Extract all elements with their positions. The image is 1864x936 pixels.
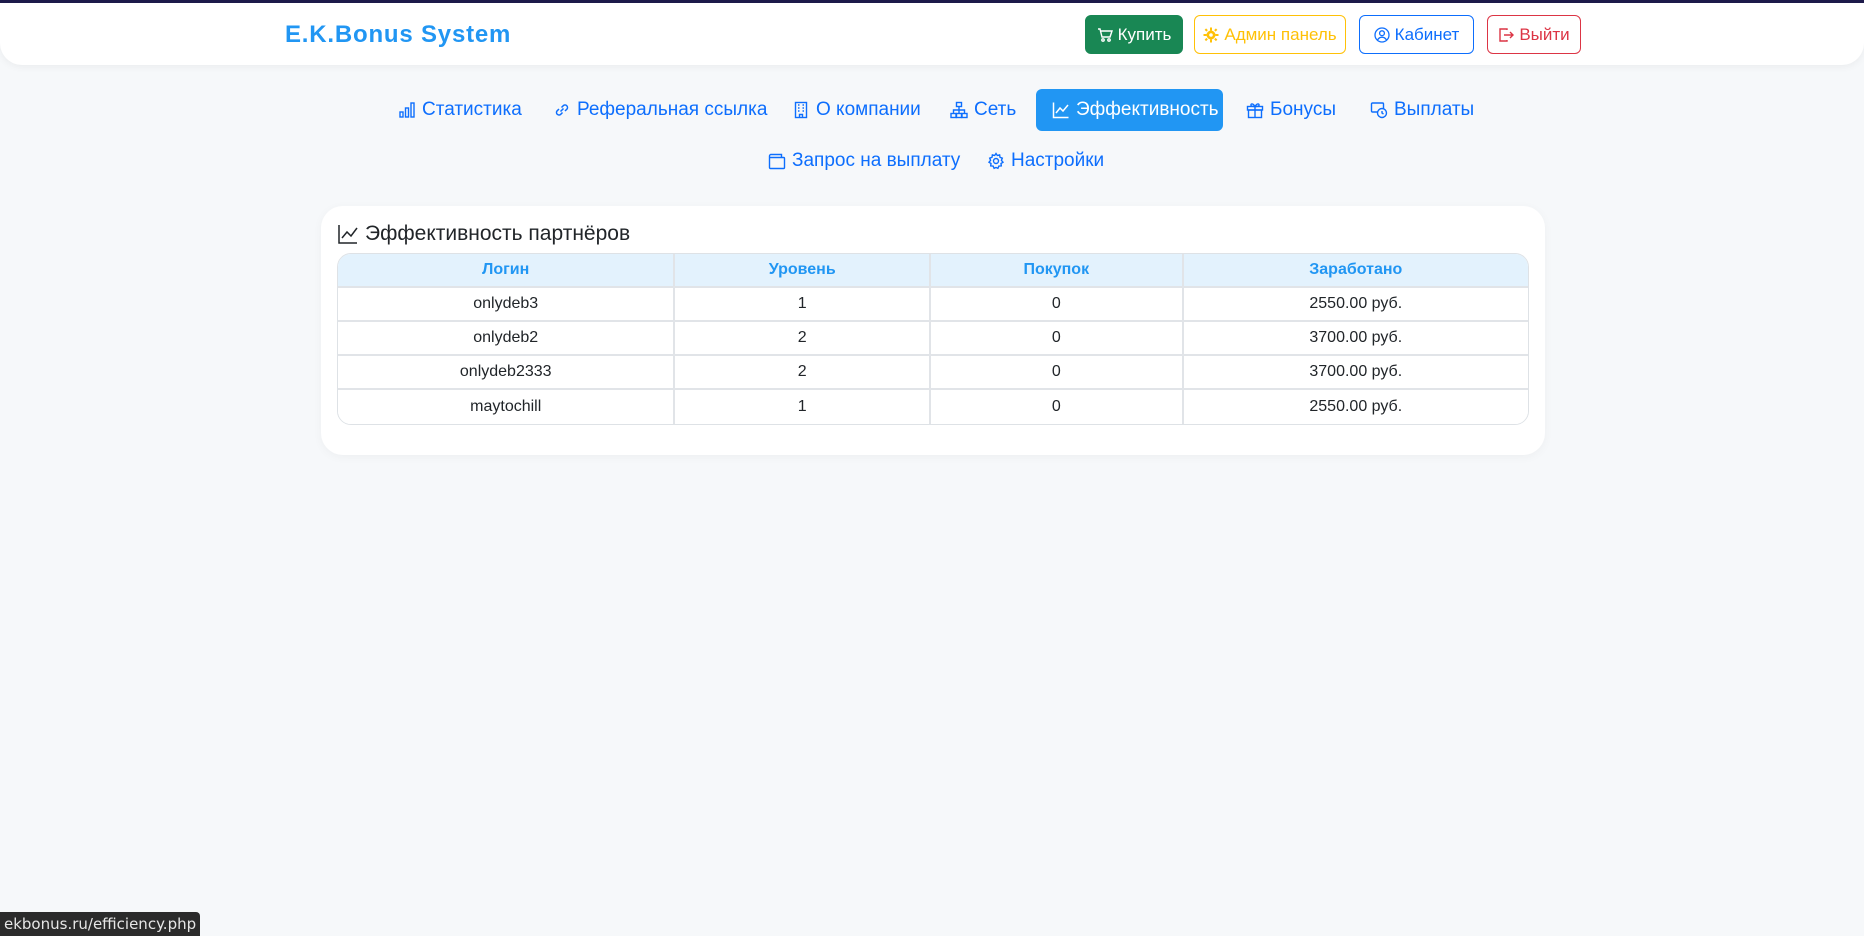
cell-login: onlydeb3 — [338, 288, 676, 322]
card-title-label: Эффективность партнёров — [365, 222, 631, 245]
cell-earned: 3700.00 руб. — [1183, 356, 1528, 390]
buy-button-label: Купить — [1117, 24, 1172, 44]
cell-purchases: 0 — [930, 356, 1184, 390]
cell-level: 1 — [675, 390, 931, 424]
cell-earned: 2550.00 руб. — [1183, 288, 1528, 322]
table-row: onlydeb2333 2 0 3700.00 руб. — [338, 356, 1528, 390]
cash-icon — [1370, 102, 1388, 119]
cell-purchases: 0 — [930, 322, 1184, 356]
nav-item-payout-request-label: Запрос на выплату — [792, 150, 961, 171]
logout-button[interactable]: Выйти — [1487, 15, 1581, 54]
header: E.K.Bonus System Купить Админ панель Каб… — [0, 3, 1864, 65]
table-row: maytochill 1 0 2550.00 руб. — [338, 390, 1528, 424]
nav-item-referral-link-label: Реферальная ссылка — [577, 99, 768, 120]
cell-earned: 3700.00 руб. — [1183, 322, 1528, 356]
wallet-icon — [768, 153, 786, 170]
cell-level: 2 — [675, 322, 931, 356]
nav-item-efficiency-label: Эффективность — [1076, 99, 1219, 120]
nav-item-bonuses[interactable]: Бонусы — [1230, 89, 1352, 131]
nav-item-bonuses-label: Бонусы — [1270, 99, 1336, 120]
partners-table: Логин Уровень Покупок Заработано onlydeb… — [337, 253, 1529, 425]
nav-item-payout-request[interactable]: Запрос на выплату — [752, 140, 976, 182]
table-header-row: Логин Уровень Покупок Заработано — [338, 254, 1528, 288]
nav-item-about[interactable]: О компании — [776, 89, 937, 131]
cell-earned: 2550.00 руб. — [1183, 390, 1528, 424]
efficiency-card: Эффективность партнёров Логин Уровень По… — [321, 206, 1545, 455]
bar-chart-icon — [399, 102, 415, 118]
nav-item-payouts-label: Выплаты — [1394, 99, 1475, 120]
logout-icon — [1499, 27, 1515, 42]
building-icon — [794, 101, 808, 119]
table-row: onlydeb2 2 0 3700.00 руб. — [338, 322, 1528, 356]
cell-level: 1 — [675, 288, 931, 322]
user-circle-icon — [1374, 26, 1390, 43]
nav-item-statistics[interactable]: Статистика — [382, 89, 538, 131]
cart-icon — [1097, 27, 1113, 42]
nav-item-about-label: О компании — [816, 99, 921, 120]
line-chart-icon — [1052, 102, 1069, 119]
cell-login: onlydeb2333 — [338, 356, 676, 390]
nav-item-payouts[interactable]: Выплаты — [1354, 89, 1490, 131]
nav-item-statistics-label: Статистика — [422, 99, 522, 120]
cell-purchases: 0 — [930, 288, 1184, 322]
link-icon — [555, 104, 569, 116]
column-header-purchases[interactable]: Покупок — [930, 254, 1184, 288]
gift-icon — [1246, 103, 1264, 119]
nav-item-referral-link[interactable]: Реферальная ссылка — [537, 89, 783, 131]
card-title: Эффективность партнёров — [337, 222, 630, 246]
logout-button-label: Выйти — [1519, 24, 1570, 44]
network-icon — [950, 101, 968, 119]
column-header-login[interactable]: Логин — [338, 254, 676, 288]
column-header-earned[interactable]: Заработано — [1183, 254, 1528, 288]
gear-icon — [987, 152, 1005, 170]
cell-level: 2 — [675, 356, 931, 390]
column-header-level[interactable]: Уровень — [675, 254, 931, 288]
table-row: onlydeb3 1 0 2550.00 руб. — [338, 288, 1528, 322]
admin-panel-button-label: Админ панель — [1224, 24, 1337, 44]
cabinet-button[interactable]: Кабинет — [1359, 15, 1474, 54]
brand-logo[interactable]: E.K.Bonus System — [285, 21, 511, 49]
nav-item-network-label: Сеть — [974, 99, 1017, 120]
line-chart-icon — [338, 225, 358, 244]
cell-login: maytochill — [338, 390, 676, 424]
nav-item-settings[interactable]: Настройки — [971, 140, 1120, 182]
cabinet-button-label: Кабинет — [1394, 24, 1460, 44]
nav-item-efficiency[interactable]: Эффективность — [1036, 89, 1223, 131]
admin-panel-button[interactable]: Админ панель — [1194, 15, 1346, 54]
buy-button[interactable]: Купить — [1085, 15, 1183, 54]
status-bar-url: ekbonus.ru/efficiency.php — [0, 912, 201, 936]
nav-item-network[interactable]: Сеть — [934, 89, 1032, 131]
gear-icon — [1203, 27, 1219, 42]
cell-purchases: 0 — [930, 390, 1184, 424]
nav-item-settings-label: Настройки — [1011, 150, 1105, 171]
cell-login: onlydeb2 — [338, 322, 676, 356]
